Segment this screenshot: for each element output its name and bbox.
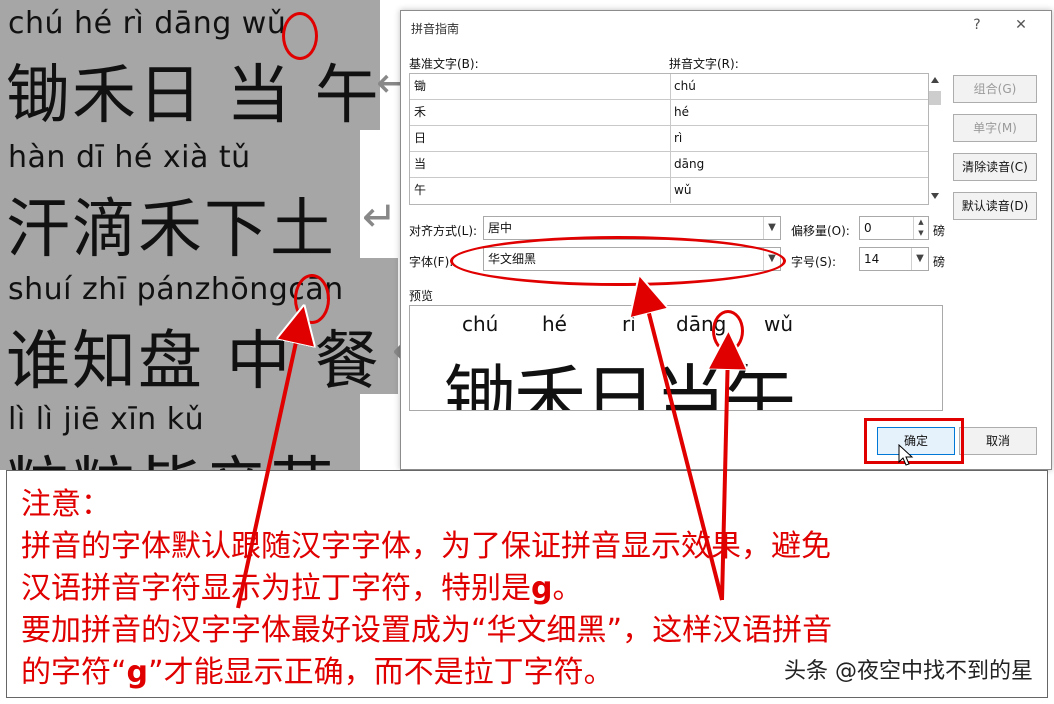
- arrow-line: [722, 350, 728, 601]
- arrow-line: [236, 324, 300, 609]
- annotation-arrows: [236, 0, 1054, 609]
- arrow-line: [644, 294, 724, 601]
